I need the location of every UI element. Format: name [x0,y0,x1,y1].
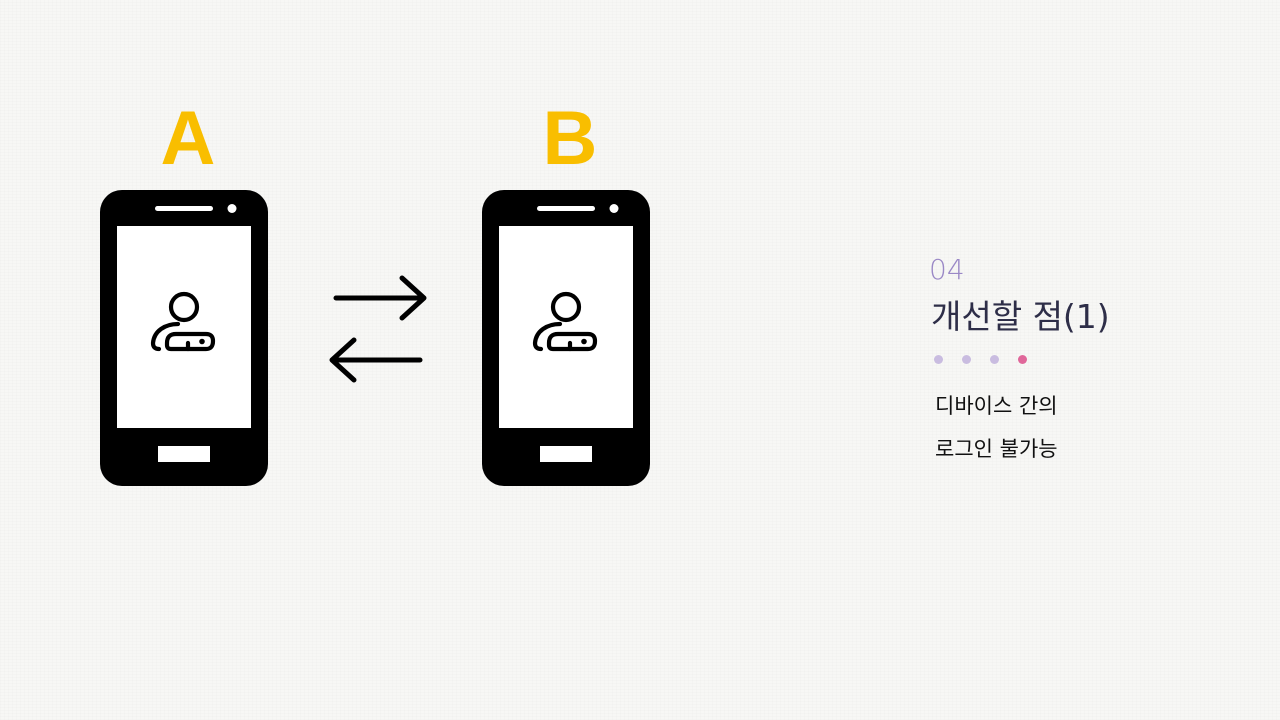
phone-speaker [537,206,595,211]
exchange-arrows-icon [329,275,427,383]
description-line-2: 로그인 불가능 [935,437,1058,461]
device-a-label: A [160,96,216,181]
progress-dots [934,353,1027,365]
description-line-1: 디바이스 간의 [935,394,1058,418]
section-number: 04 [929,253,965,286]
smartphone-icon [482,190,650,486]
phone-home-button [158,446,210,462]
phone-speaker [155,206,213,211]
phone-home-button [540,446,592,462]
section-title: 개선할 점(1) [931,297,1110,336]
progress-dot [962,354,971,364]
arrow-left [329,337,423,383]
phone-screen [117,226,251,428]
progress-dot [934,354,943,364]
phone-camera [609,204,619,213]
device-b-label: B [542,96,598,181]
phone-screen [499,226,633,428]
phone-camera [227,204,237,213]
arrow-right [333,275,427,321]
progress-dot [990,354,999,364]
progress-dot-active [1018,354,1027,364]
smartphone-icon [100,190,268,486]
